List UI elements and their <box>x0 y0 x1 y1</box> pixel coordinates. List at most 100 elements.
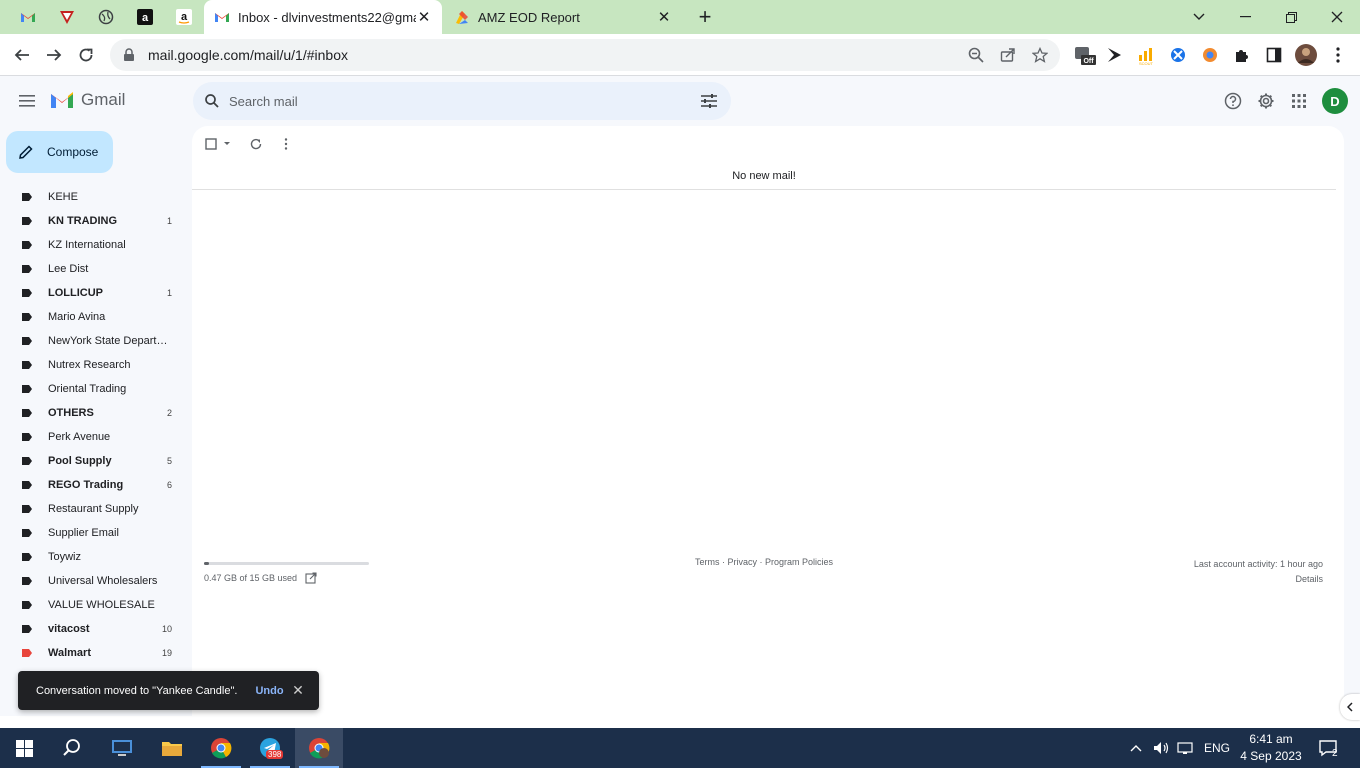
sidebar-label-item[interactable]: NewYork State Departm... <box>0 329 192 353</box>
main-menu-button[interactable] <box>12 86 42 116</box>
label-tag-icon <box>22 217 32 225</box>
taskbar-telegram[interactable]: 398 <box>246 728 294 768</box>
search-bar[interactable] <box>193 82 731 120</box>
sidebar-label-item[interactable]: Nutrex Research <box>0 353 192 377</box>
input-language[interactable]: ENG <box>1204 728 1230 768</box>
storage-usage: 0.47 GB of 15 GB used <box>204 572 317 584</box>
taskbar-search-button[interactable] <box>48 728 96 768</box>
sidebar-label-item[interactable]: REGO Trading 6 <box>0 473 192 497</box>
browser-menu-icon[interactable] <box>1326 43 1350 67</box>
select-all-checkbox[interactable] <box>204 134 232 154</box>
sidebar-label-item[interactable]: KEHE <box>0 185 192 209</box>
label-tag-icon <box>22 649 32 657</box>
sidebar-label-item[interactable]: OTHERS 2 <box>0 401 192 425</box>
sidebar-label-item[interactable]: Lee Dist <box>0 257 192 281</box>
sidebar-label-item[interactable]: Toywiz <box>0 545 192 569</box>
sidebar-label-item[interactable]: Supplier Email <box>0 521 192 545</box>
pinned-tab-amazon-2[interactable]: a <box>170 5 198 29</box>
sidebar-label-item[interactable]: KN TRADING 1 <box>0 209 192 233</box>
address-bar[interactable]: mail.google.com/mail/u/1/#inbox <box>110 39 1060 71</box>
help-icon <box>1224 92 1242 110</box>
side-panel-toggle[interactable] <box>1340 694 1360 720</box>
tab-inbox[interactable]: Inbox - dlvinvestments22@gmail ✕ <box>204 0 442 34</box>
gmail-logo[interactable]: Gmail <box>50 90 125 110</box>
bookmark-star-icon[interactable] <box>1028 43 1052 67</box>
refresh-button[interactable] <box>246 134 266 154</box>
account-avatar[interactable]: D <box>1322 88 1348 114</box>
extension-scout-icon[interactable]: SCOUT <box>1134 43 1158 67</box>
label-name: KEHE <box>48 191 78 203</box>
browser-tab-strip: a a Inbox - dlvinvestments22@gmail ✕ AMZ… <box>0 0 1360 34</box>
more-options-button[interactable] <box>276 134 296 154</box>
side-panel-icon[interactable] <box>1262 43 1286 67</box>
extension-arrow-icon[interactable] <box>1103 43 1127 67</box>
sidebar-label-item[interactable]: KZ International <box>0 233 192 257</box>
sidebar-label-item[interactable]: VALUE WHOLESALE <box>0 593 192 617</box>
sidebar-label-item[interactable]: LOLLICUP 1 <box>0 281 192 305</box>
open-in-new-icon[interactable] <box>305 572 317 584</box>
label-name: KN TRADING <box>48 215 118 227</box>
pinned-tab-amazon-1[interactable]: a <box>131 5 159 29</box>
pinned-tab-gmail[interactable] <box>14 5 42 29</box>
show-hidden-icons[interactable] <box>1130 728 1142 768</box>
extension-off-icon[interactable]: Off <box>1073 43 1097 67</box>
sidebar-label-item[interactable]: Universal Wholesalers <box>0 569 192 593</box>
close-tab-icon[interactable]: ✕ <box>416 8 432 26</box>
undo-button[interactable]: Undo <box>255 685 283 697</box>
sidebar-label-item[interactable]: Restaurant Supply <box>0 497 192 521</box>
network-button[interactable] <box>1177 728 1193 768</box>
footer-links[interactable]: Terms · Privacy · Program Policies <box>695 557 833 567</box>
svg-text:SCOUT: SCOUT <box>1139 61 1154 65</box>
sidebar-label-item[interactable]: Perk Avenue <box>0 425 192 449</box>
sidebar-label-item[interactable]: Walmart 19 <box>0 641 192 665</box>
new-tab-button[interactable]: + <box>693 4 717 29</box>
gmail-icon <box>21 13 35 22</box>
label-name: Perk Avenue <box>48 431 111 443</box>
tab-amz-eod-report[interactable]: AMZ EOD Report ✕ <box>444 0 682 34</box>
minimize-button[interactable] <box>1222 0 1268 34</box>
extensions-puzzle-icon[interactable] <box>1230 43 1254 67</box>
compose-button[interactable]: Compose <box>6 131 113 173</box>
label-unread-count: 2 <box>166 408 172 418</box>
search-icon[interactable] <box>205 94 219 108</box>
restore-button[interactable] <box>1268 0 1314 34</box>
svg-text:a: a <box>181 11 188 23</box>
support-button[interactable] <box>1220 88 1246 114</box>
taskbar-chrome-2[interactable] <box>295 728 343 768</box>
forward-button[interactable] <box>40 41 68 69</box>
pencil-icon <box>19 145 33 159</box>
close-window-button[interactable] <box>1314 0 1360 34</box>
apps-button[interactable] <box>1286 88 1312 114</box>
sidebar-label-item[interactable]: Pool Supply 5 <box>0 449 192 473</box>
pinned-tab-3[interactable] <box>92 5 120 29</box>
sidebar-label-item[interactable]: Oriental Trading <box>0 377 192 401</box>
search-input[interactable] <box>229 93 669 109</box>
start-button[interactable] <box>0 728 48 768</box>
profile-avatar-icon[interactable] <box>1294 43 1318 67</box>
taskbar-app-monitor[interactable] <box>98 728 146 768</box>
details-link[interactable]: Details <box>1194 572 1323 587</box>
taskbar-file-explorer[interactable] <box>148 728 196 768</box>
volume-button[interactable] <box>1153 728 1171 768</box>
close-icon[interactable]: ✕ <box>291 683 305 697</box>
taskbar-chrome-1[interactable] <box>197 728 245 768</box>
back-button[interactable] <box>8 41 36 69</box>
monitor-app-icon <box>112 740 132 756</box>
notification-center-button[interactable]: 2 <box>1318 728 1344 768</box>
share-icon[interactable] <box>996 43 1020 67</box>
sidebar-label-item[interactable]: Mario Avina <box>0 305 192 329</box>
tab-search-dropdown[interactable] <box>1176 0 1222 34</box>
extension-orange-icon[interactable] <box>1198 43 1222 67</box>
reload-button[interactable] <box>72 41 100 69</box>
settings-button[interactable] <box>1253 88 1279 114</box>
shield-logo-icon <box>60 11 74 24</box>
pinned-tab-2[interactable] <box>53 5 81 29</box>
close-tab-icon[interactable]: ✕ <box>656 8 672 26</box>
sidebar-label-item[interactable]: vitacost 10 <box>0 617 192 641</box>
restore-icon <box>1285 11 1297 23</box>
zoom-icon[interactable] <box>964 43 988 67</box>
clock[interactable]: 6:41 am 4 Sep 2023 <box>1238 731 1304 765</box>
search-options-icon[interactable] <box>699 91 719 111</box>
extension-blue-icon[interactable] <box>1166 43 1190 67</box>
browser-toolbar: mail.google.com/mail/u/1/#inbox Off SCOU… <box>0 34 1360 76</box>
